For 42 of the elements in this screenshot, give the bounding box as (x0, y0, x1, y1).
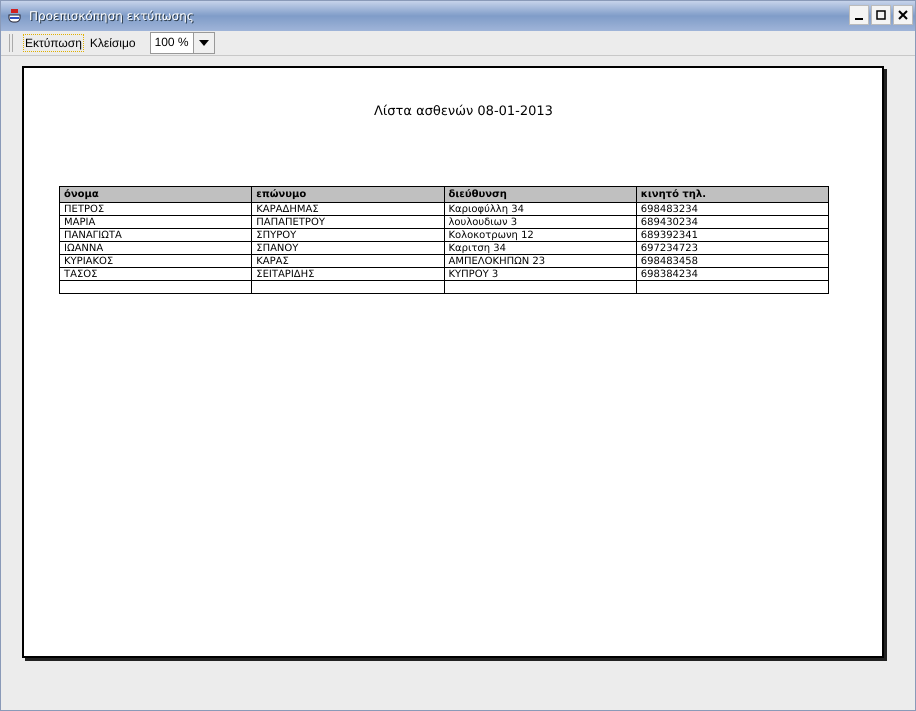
window-title: Προεπισκόπηση εκτύπωσης (29, 9, 194, 23)
table-cell: ΙΩΑΝΝΑ (60, 242, 252, 254)
column-header: κινητό τηλ. (636, 186, 828, 202)
minimize-button[interactable] (849, 5, 869, 25)
dropdown-arrow-icon (198, 40, 209, 46)
column-header: όνομα (60, 186, 252, 202)
table-cell: ΚΥΡΙΑΚΟΣ (60, 254, 252, 268)
minimize-icon (855, 18, 863, 20)
zoom-dropdown[interactable]: 100 % (150, 32, 215, 54)
table-cell: ΣΠΥΡΟΥ (252, 228, 444, 242)
toolbar-button[interactable]: Εκτύπωση (23, 34, 84, 52)
column-header: διεύθυνση (444, 186, 636, 202)
table-cell: 689430234 (636, 216, 828, 228)
cup-icon (7, 8, 23, 24)
table-cell: λουλουδιων 3 (444, 216, 636, 228)
table-cell: 698483234 (636, 202, 828, 216)
table-cell: 697234723 (636, 242, 828, 254)
table-cell: ΠΕΤΡΟΣ (60, 202, 252, 216)
toolbar-button[interactable]: Κλείσιμο (88, 34, 138, 52)
table-cell: ΠΑΠΑΠΕΤΡΟΥ (252, 216, 444, 228)
maximize-button[interactable] (871, 5, 891, 25)
table-cell: ΜΑΡΙΑ (60, 216, 252, 228)
table-cell: 689392341 (636, 228, 828, 242)
table-cell: Κολοκοτρωνη 12 (444, 228, 636, 242)
table-cell: ΚΥΠΡΟΥ 3 (444, 268, 636, 280)
toolbar-grip-icon (9, 34, 15, 52)
table-cell: Καριτση 34 (444, 242, 636, 254)
table-cell: ΣΠΑΝΟΥ (252, 242, 444, 254)
column-header: επώνυμο (252, 186, 444, 202)
maximize-icon (876, 10, 886, 20)
report-title: Λίστα ασθενών 08-01-2013 (373, 104, 554, 119)
table-cell: 698483458 (636, 254, 828, 268)
table-cell: ΚΑΡΑΔΗΜΑΣ (252, 202, 444, 216)
table-cell: Καριοφύλλη 34 (444, 202, 636, 216)
table-cell: ΚΑΡΑΣ (252, 254, 444, 268)
table-cell: 698384234 (636, 268, 828, 280)
table-cell: ΣΕΙΤΑΡΙΔΗΣ (252, 268, 444, 280)
close-icon (898, 10, 908, 20)
table-cell: ΠΑΝΑΓΙΩΤΑ (60, 228, 252, 242)
close-button[interactable] (893, 5, 913, 25)
table-cell: ΤΑΣΟΣ (60, 268, 252, 280)
table-cell: ΑΜΠΕΛΟΚΗΠΩΝ 23 (444, 254, 636, 268)
